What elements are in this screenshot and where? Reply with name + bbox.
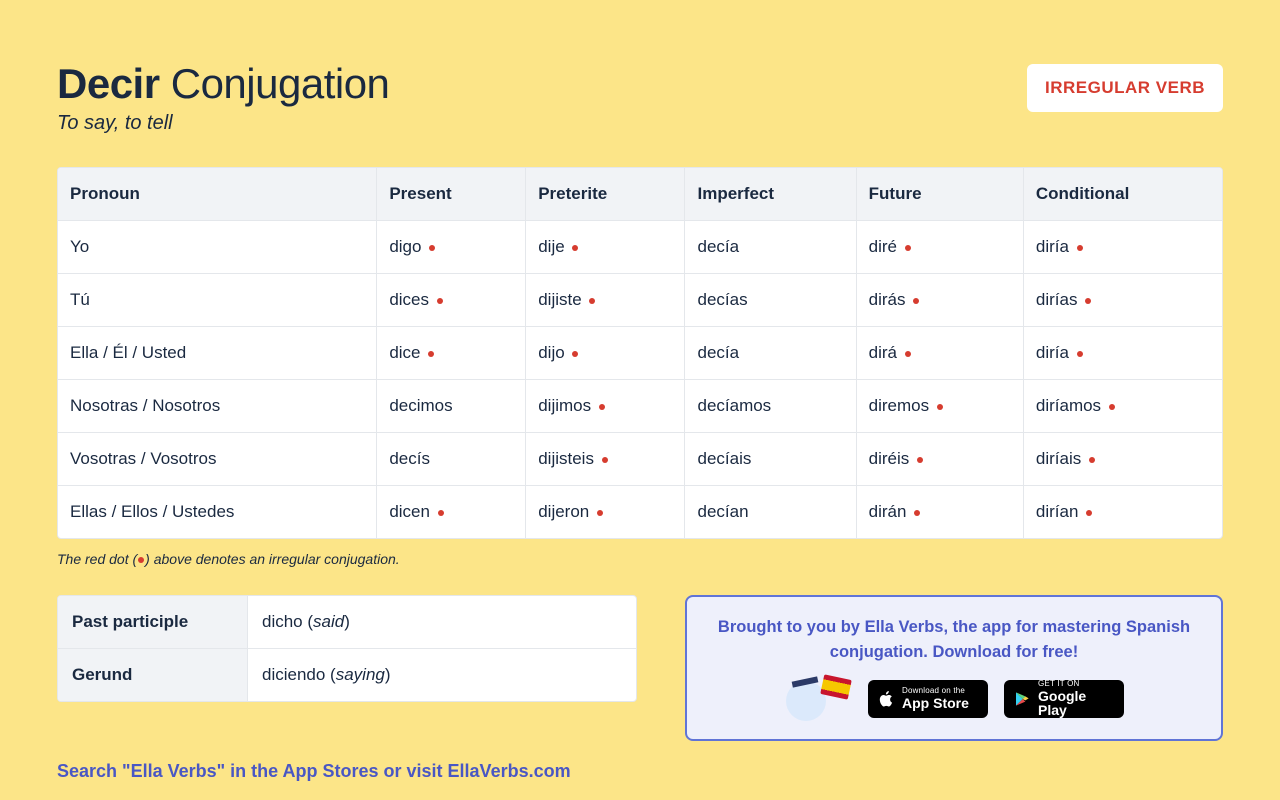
apple-icon (876, 689, 896, 709)
verb-name: Decir (57, 60, 160, 107)
conjugation-cell: diríais (1024, 433, 1222, 486)
pronoun-cell: Ella / Él / Usted (58, 327, 377, 380)
conjugation-cell: dijiste (526, 274, 685, 327)
irregular-dot-icon (905, 351, 911, 357)
table-row: Ellas / Ellos / Ustedesdicen dijeron dec… (58, 486, 1222, 538)
conjugation-table: PronounPresentPreteriteImperfectFutureCo… (57, 167, 1223, 539)
conjugation-cell: dijo (526, 327, 685, 380)
conjugation-cell: diréis (857, 433, 1024, 486)
footnote: The red dot () above denotes an irregula… (57, 551, 1223, 567)
table-header: Imperfect (685, 168, 856, 221)
app-store-badge[interactable]: Download on the App Store (868, 680, 988, 718)
conjugation-cell: decíamos (685, 380, 856, 433)
irregular-dot-icon (1085, 298, 1091, 304)
conjugation-cell: dirá (857, 327, 1024, 380)
gerund-label: Gerund (58, 649, 248, 701)
conjugation-cell: decís (377, 433, 526, 486)
irregular-dot-icon (913, 298, 919, 304)
irregular-dot-icon (602, 457, 608, 463)
conjugation-cell: diré (857, 221, 1024, 274)
table-header: Present (377, 168, 526, 221)
conjugation-cell: diría (1024, 221, 1222, 274)
conjugation-cell: dirían (1024, 486, 1222, 538)
pronoun-cell: Ellas / Ellos / Ustedes (58, 486, 377, 538)
conjugation-cell: dirás (857, 274, 1024, 327)
table-row: Nosotras / Nosotrosdecimos dijimos decía… (58, 380, 1222, 433)
conjugation-cell: dijimos (526, 380, 685, 433)
google-play-icon (1012, 689, 1032, 709)
irregular-badge: IRREGULAR VERB (1027, 64, 1223, 112)
irregular-dot-icon (1077, 245, 1083, 251)
conjugation-cell: diremos (857, 380, 1024, 433)
table-header: Preterite (526, 168, 685, 221)
irregular-dot-icon (914, 510, 920, 516)
conjugation-cell: dirías (1024, 274, 1222, 327)
table-row: Túdices dijiste decías dirás dirías (58, 274, 1222, 327)
irregular-dot-icon (937, 404, 943, 410)
irregular-dot-icon (138, 557, 144, 563)
conjugation-cell: digo (377, 221, 526, 274)
participle-table: Past participle dicho (said) Gerund dici… (57, 595, 637, 702)
irregular-dot-icon (905, 245, 911, 251)
irregular-dot-icon (917, 457, 923, 463)
conjugation-cell: dije (526, 221, 685, 274)
promo-box: Brought to you by Ella Verbs, the app fo… (685, 595, 1223, 741)
table-row: Yodigo dije decía diré diría (58, 221, 1222, 274)
pronoun-cell: Nosotras / Nosotros (58, 380, 377, 433)
table-header: Conditional (1024, 168, 1222, 221)
past-participle-label: Past participle (58, 596, 248, 649)
conjugation-cell: decías (685, 274, 856, 327)
conjugation-label: Conjugation (171, 60, 390, 107)
conjugation-cell: diríamos (1024, 380, 1222, 433)
google-play-badge[interactable]: GET IT ON Google Play (1004, 680, 1124, 718)
conjugation-cell: dice (377, 327, 526, 380)
conjugation-cell: dijeron (526, 486, 685, 538)
caption: Search "Ella Verbs" in the App Stores or… (57, 761, 1223, 782)
past-participle-value: dicho (said) (248, 596, 636, 649)
irregular-dot-icon (599, 404, 605, 410)
mascot-icon (784, 677, 852, 721)
conjugation-cell: decimos (377, 380, 526, 433)
irregular-dot-icon (429, 245, 435, 251)
pronoun-cell: Yo (58, 221, 377, 274)
conjugation-cell: decíais (685, 433, 856, 486)
irregular-dot-icon (437, 298, 443, 304)
irregular-dot-icon (438, 510, 444, 516)
conjugation-cell: dijisteis (526, 433, 685, 486)
table-row: Ella / Él / Usteddice dijo decía dirá di… (58, 327, 1222, 380)
table-header: Future (857, 168, 1024, 221)
promo-text: Brought to you by Ella Verbs, the app fo… (711, 615, 1197, 665)
conjugation-cell: diría (1024, 327, 1222, 380)
visit-link[interactable]: visit EllaVerbs.com (407, 761, 571, 781)
table-header: Pronoun (58, 168, 377, 221)
irregular-dot-icon (589, 298, 595, 304)
irregular-dot-icon (572, 245, 578, 251)
conjugation-cell: decían (685, 486, 856, 538)
irregular-dot-icon (1077, 351, 1083, 357)
irregular-dot-icon (1089, 457, 1095, 463)
conjugation-cell: decía (685, 327, 856, 380)
conjugation-cell: dices (377, 274, 526, 327)
irregular-dot-icon (1109, 404, 1115, 410)
irregular-dot-icon (428, 351, 434, 357)
gerund-value: diciendo (saying) (248, 649, 636, 701)
irregular-dot-icon (572, 351, 578, 357)
page-title: Decir Conjugation (57, 60, 389, 108)
table-row: Vosotras / Vosotrosdecís dijisteis decía… (58, 433, 1222, 486)
irregular-dot-icon (597, 510, 603, 516)
pronoun-cell: Tú (58, 274, 377, 327)
conjugation-cell: dirán (857, 486, 1024, 538)
verb-translation: To say, to tell (57, 112, 389, 135)
conjugation-cell: decía (685, 221, 856, 274)
conjugation-cell: dicen (377, 486, 526, 538)
irregular-dot-icon (1086, 510, 1092, 516)
pronoun-cell: Vosotras / Vosotros (58, 433, 377, 486)
